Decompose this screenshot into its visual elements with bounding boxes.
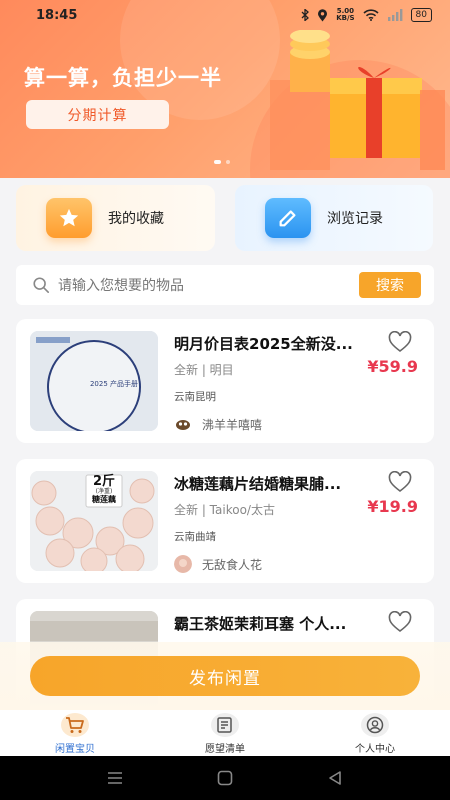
banner-title: 算一算，负担少一半 [24,66,222,90]
promo-banner[interactable]: 18:45 5.00 KB/S 80 算一算，负担少一半 分期计算 [0,0,450,178]
product-title: 霸王茶姬茉莉耳塞 个人... [174,615,347,633]
tab-idle-treasures[interactable]: 闲置宝贝 [0,710,150,756]
product-condition-brand: 全新 | Taikoo/太古 [174,503,275,517]
product-location: 云南曲靖 [174,531,216,543]
cart-icon [61,713,89,737]
favorites-label: 我的收藏 [108,211,164,227]
indicator-dot-active [214,160,221,164]
seller-avatar [174,415,192,433]
user-icon [361,713,389,737]
signal-icon [387,9,402,21]
seller-avatar [174,555,192,573]
installment-calc-button[interactable]: 分期计算 [26,100,169,129]
banner-page-indicator [214,160,230,164]
product-location: 云南昆明 [174,391,216,403]
search-input[interactable]: 请输入您想要的物品 [58,275,184,295]
product-price: ¥59.9 [367,357,418,376]
list-icon [211,713,239,737]
publish-idle-item-button[interactable]: 发布闲置 [30,656,420,696]
favorite-heart-icon[interactable] [388,471,412,493]
favorite-heart-icon[interactable] [388,611,412,633]
star-icon [46,198,92,238]
favorite-heart-icon[interactable] [388,331,412,353]
publish-bar: 发布闲置 [0,642,450,710]
product-condition-brand: 全新 | 明目 [174,363,234,377]
net-speed: 5.00 KB/S [336,7,355,22]
browse-history-card[interactable]: 浏览记录 [235,185,433,251]
product-thumbnail: 2025 产品手册 [30,331,158,431]
system-navigation-bar [0,756,450,800]
product-card[interactable]: 2斤 (净重) 糖莲藕 冰糖莲藕片结婚糖果脯... 全新 | Taikoo/太古… [16,459,434,583]
seller-name: 无敌食人花 [202,557,263,572]
thumbnail-text: 2025 产品手册 [89,380,139,388]
history-label: 浏览记录 [327,211,383,227]
menu-icon[interactable] [107,771,123,785]
tab-label: 愿望清单 [205,744,245,755]
status-bar: 18:45 5.00 KB/S 80 [0,0,450,30]
status-time: 18:45 [36,7,78,23]
back-icon[interactable] [327,770,343,786]
search-icon [33,277,50,294]
bluetooth-icon [301,9,310,21]
my-favorites-card[interactable]: 我的收藏 [16,185,215,251]
battery-indicator: 80 [410,8,432,22]
pencil-icon [265,198,311,238]
product-price: ¥19.9 [367,497,418,516]
tab-label: 个人中心 [355,744,395,755]
gift-box-illustration [270,30,445,170]
product-title: 冰糖莲藕片结婚糖果脯... [174,475,342,493]
product-thumbnail: 2斤 (净重) 糖莲藕 [30,471,158,571]
seller-info[interactable]: 沸羊羊嘻嘻 [174,415,262,433]
search-button[interactable]: 搜索 [359,272,421,298]
home-icon[interactable] [217,770,233,786]
tab-label: 闲置宝贝 [55,744,95,755]
thumbnail-label: 2斤 (净重) 糖莲藕 [92,474,116,504]
tab-wishlist[interactable]: 愿望清单 [150,710,300,756]
wifi-icon [362,9,379,21]
product-title: 明月价目表2025全新没... [174,335,353,353]
seller-name: 沸羊羊嘻嘻 [202,417,263,432]
product-card[interactable]: 2025 产品手册 明月价目表2025全新没... 全新 | 明目 ¥59.9 … [16,319,434,443]
search-bar[interactable]: 请输入您想要的物品 搜索 [16,265,434,305]
indicator-dot [226,160,230,164]
location-icon [318,8,328,21]
seller-info[interactable]: 无敌食人花 [174,555,262,573]
tab-personal-center[interactable]: 个人中心 [300,710,450,756]
bottom-tab-bar: 闲置宝贝 愿望清单 个人中心 [0,710,450,756]
